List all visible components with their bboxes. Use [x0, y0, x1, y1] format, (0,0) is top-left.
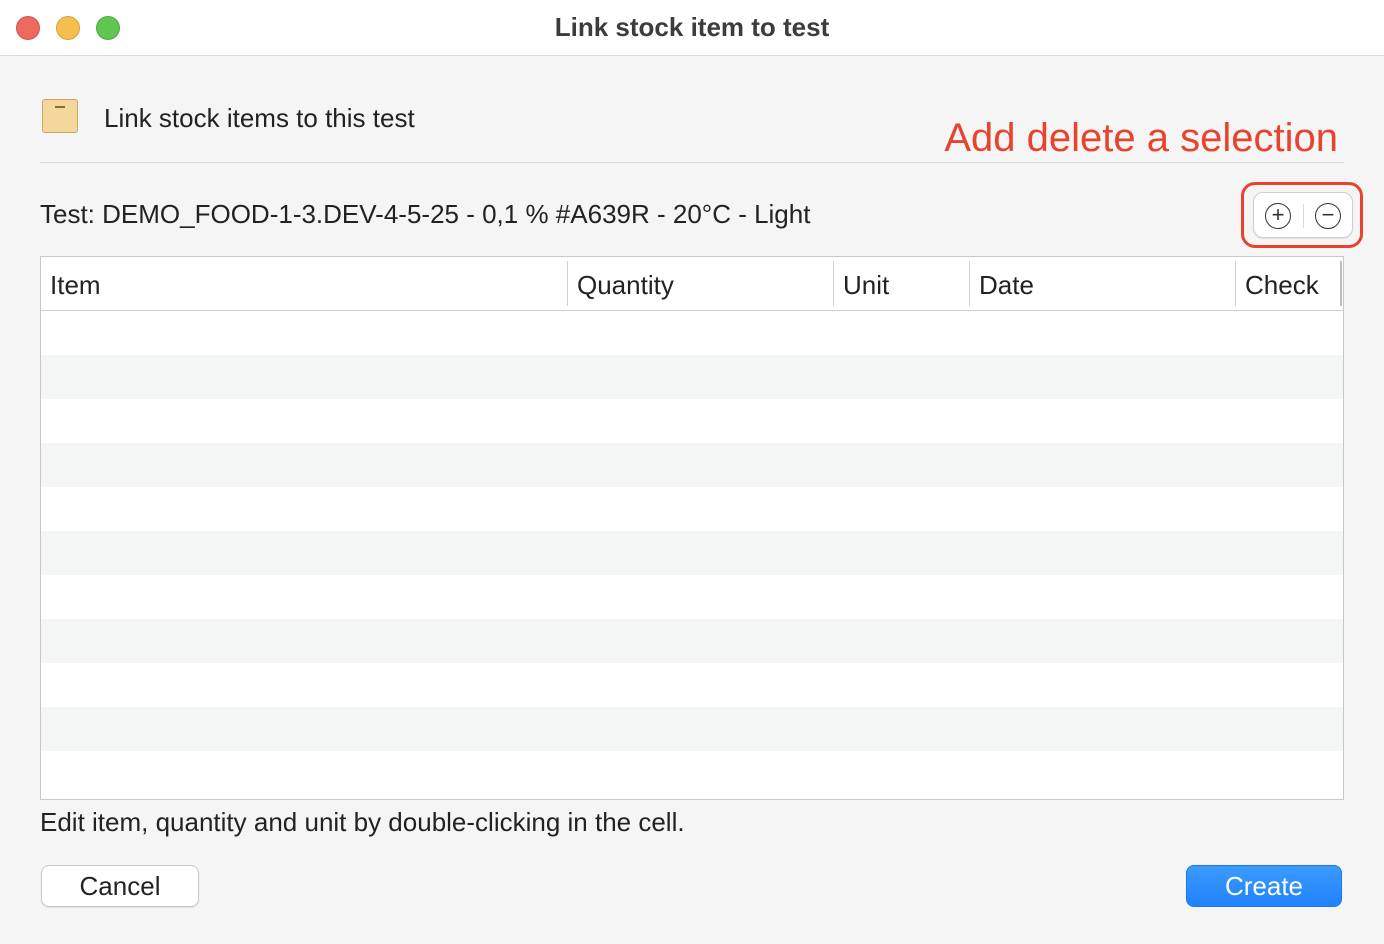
table-header: Item Quantity Unit Date Check — [41, 257, 1343, 311]
cancel-button[interactable]: Cancel — [41, 865, 199, 907]
table-row[interactable] — [41, 707, 1343, 751]
plus-icon: + — [1271, 202, 1285, 227]
create-button[interactable]: Create — [1186, 865, 1342, 907]
window-title: Link stock item to test — [554, 12, 830, 42]
test-label: Test: DEMO_FOOD-1-3.DEV-4-5-25 - 0,1 % #… — [40, 199, 811, 229]
table-row[interactable] — [41, 355, 1343, 399]
add-row-button[interactable]: + — [1265, 203, 1291, 229]
box-icon — [42, 99, 78, 133]
column-header-date[interactable]: Date — [970, 257, 1235, 310]
edit-hint-text: Edit item, quantity and unit by double-c… — [40, 807, 685, 837]
minus-icon: − — [1321, 202, 1335, 227]
button-divider — [1303, 204, 1304, 228]
table-row[interactable] — [41, 311, 1343, 355]
add-remove-button-group: + − — [1253, 192, 1353, 238]
table-row[interactable] — [41, 487, 1343, 531]
table-row[interactable] — [41, 443, 1343, 487]
table-row[interactable] — [41, 663, 1343, 707]
table-row[interactable] — [41, 575, 1343, 619]
title-bar: Link stock item to test — [0, 0, 1384, 56]
column-header-item[interactable]: Item — [41, 257, 567, 310]
header-divider — [40, 162, 1344, 163]
table-row[interactable] — [41, 619, 1343, 663]
remove-row-button[interactable]: − — [1315, 203, 1341, 229]
table-row[interactable] — [41, 399, 1343, 443]
column-header-quantity[interactable]: Quantity — [568, 257, 833, 310]
table-body[interactable] — [41, 311, 1343, 795]
column-header-unit[interactable]: Unit — [834, 257, 969, 310]
column-resize-handle[interactable] — [1340, 261, 1342, 306]
annotation-label: Add delete a selection — [944, 116, 1338, 160]
header-text: Link stock items to this test — [104, 103, 415, 133]
stock-items-table[interactable]: Item Quantity Unit Date Check — [40, 256, 1344, 800]
table-row[interactable] — [41, 531, 1343, 575]
column-header-check[interactable]: Check — [1236, 257, 1340, 310]
dialog-window: Link stock item to test Link stock items… — [0, 0, 1384, 944]
table-row[interactable] — [41, 751, 1343, 795]
